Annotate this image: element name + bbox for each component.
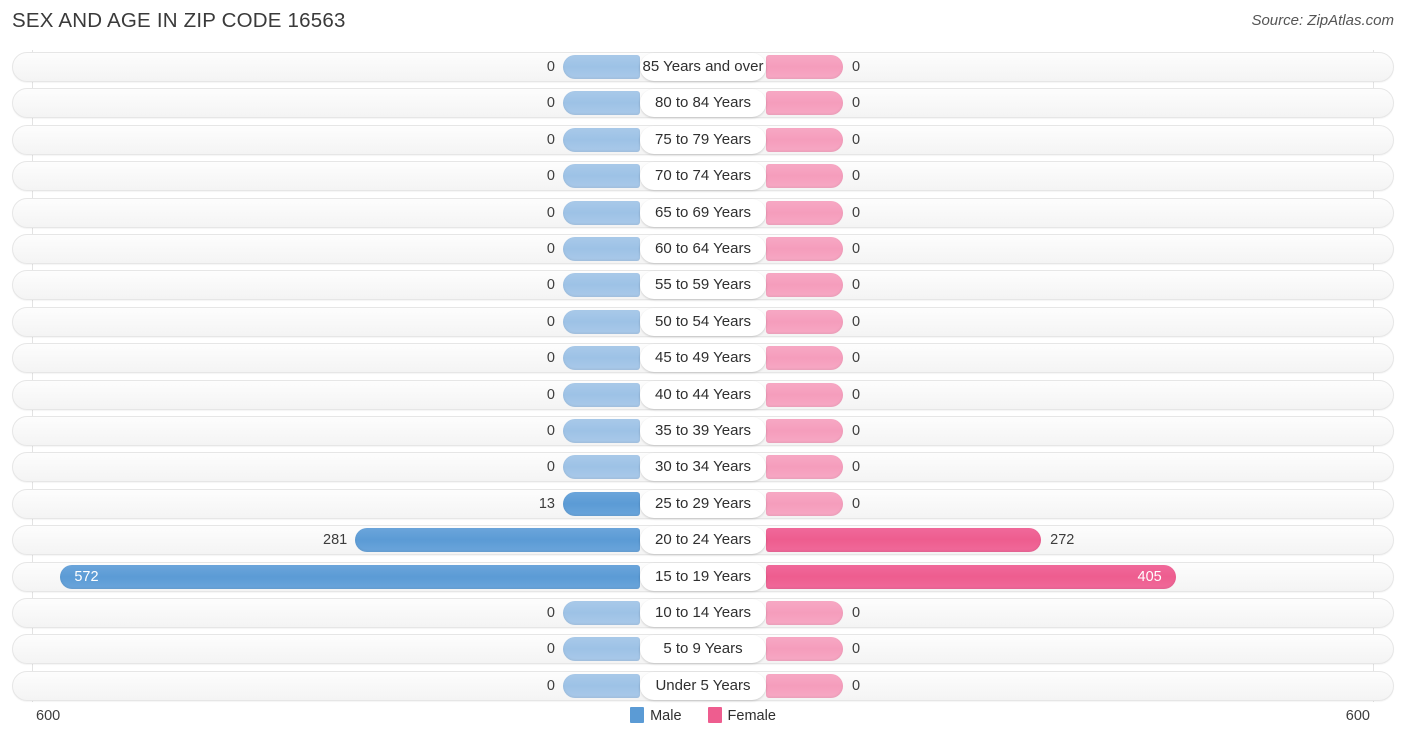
table-row: [12, 197, 1394, 228]
table-row: [12, 416, 1394, 446]
source-attribution: Source: ZipAtlas.com: [1251, 12, 1394, 29]
table-row: [12, 488, 1394, 519]
table-row: [12, 161, 1394, 192]
table-row: [12, 670, 1394, 701]
table-row: [12, 379, 1394, 410]
page-title: SEX AND AGE IN ZIP CODE 16563: [12, 9, 346, 32]
male-swatch-icon: [630, 707, 645, 723]
table-row: [12, 561, 1394, 592]
table-row: [12, 88, 1394, 119]
chart-footer: 600 600 Male Female: [0, 702, 1406, 740]
legend-label: Female: [727, 708, 776, 724]
table-row: [12, 525, 1394, 556]
table-row: [12, 343, 1394, 374]
female-swatch-icon: [707, 707, 722, 723]
table-row: [12, 234, 1394, 264]
legend-label: Male: [650, 708, 682, 724]
chart-header: SEX AND AGE IN ZIP CODE 16563 Source: Zi…: [0, 0, 1406, 46]
legend-item-male[interactable]: Male: [630, 707, 682, 724]
table-row: [12, 124, 1394, 155]
population-pyramid-plot: 0 0 85 Years and over 0 0 80 to 84 Years 0 0 75 …: [0, 50, 1406, 702]
table-row: [12, 634, 1394, 665]
table-row: [12, 270, 1394, 301]
table-row: [12, 306, 1394, 337]
table-row: [12, 52, 1394, 82]
chart-legend: Male Female: [0, 707, 1406, 724]
table-row: [12, 598, 1394, 628]
legend-item-female[interactable]: Female: [707, 707, 776, 724]
chart-page: SEX AND AGE IN ZIP CODE 16563 Source: Zi…: [0, 0, 1406, 740]
table-row: [12, 452, 1394, 483]
